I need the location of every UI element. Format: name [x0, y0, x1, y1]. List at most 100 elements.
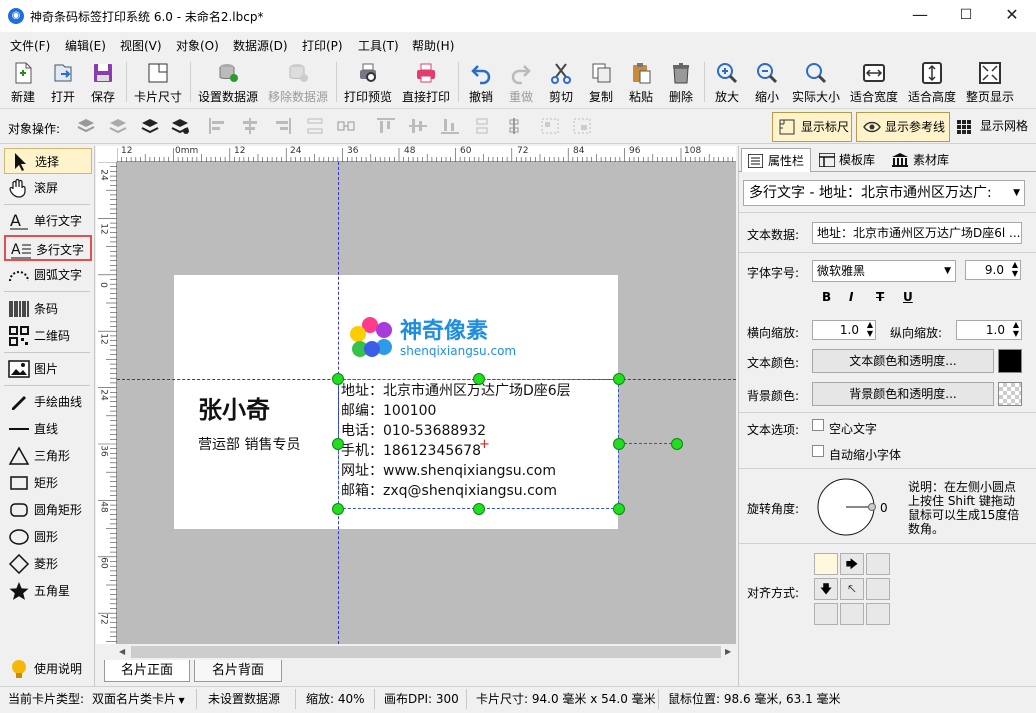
show-guides-toggle[interactable]: 显示参考线 — [856, 112, 950, 142]
menu-view[interactable]: 视图(V) — [120, 37, 162, 54]
distribute-horizontal-icon[interactable] — [336, 117, 356, 135]
text-color-button[interactable]: 文本颜色和透明度... — [812, 349, 994, 373]
tool-star[interactable]: 五角星 — [4, 578, 92, 604]
tool-line[interactable]: 直线 — [4, 416, 92, 442]
tool-arc-text[interactable]: 圆弧文字 — [4, 262, 92, 288]
zoom-out-button[interactable]: 缩小 — [750, 59, 784, 107]
set-datasource-button[interactable]: 设置数据源 — [196, 59, 260, 107]
horizontal-scrollbar[interactable]: ◀ ▶ — [117, 644, 736, 660]
align-top-right[interactable] — [866, 553, 890, 575]
tool-multi-text[interactable]: A 多行文字 — [4, 235, 92, 261]
brand-name[interactable]: 神奇像素 — [400, 313, 488, 345]
fit-width-button[interactable]: 适合宽度 — [848, 59, 900, 107]
layer-down-icon[interactable] — [108, 117, 128, 135]
scroll-thumb[interactable] — [131, 646, 721, 658]
card-type-dropdown[interactable]: 双面名片类卡片 ▼ — [92, 690, 185, 707]
menu-file[interactable]: 文件(F) — [10, 37, 50, 54]
same-width-icon[interactable] — [472, 117, 492, 135]
bg-color-swatch[interactable] — [998, 382, 1022, 406]
card-person-name[interactable]: 张小奇 — [198, 390, 270, 425]
text-data-field[interactable]: 地址：北京市通州区万达广场D座6l ... — [812, 222, 1022, 244]
close-button[interactable]: ✕ — [989, 0, 1035, 32]
group-icon[interactable] — [540, 117, 560, 135]
card-size-button[interactable]: 卡片尺寸 — [132, 59, 184, 107]
maximize-button[interactable]: ☐ — [943, 0, 989, 32]
actual-size-button[interactable]: 实际大小 — [790, 59, 842, 107]
tool-image[interactable]: 图片 — [4, 356, 92, 382]
align-middle-center[interactable]: 🡔 — [840, 578, 864, 600]
card-position[interactable]: 营运部 销售专员 — [198, 434, 300, 454]
align-middle-left[interactable]: 🡇 — [814, 578, 838, 600]
ungroup-icon[interactable] — [572, 117, 592, 135]
tool-diamond[interactable]: 菱形 — [4, 551, 92, 577]
font-size-spinner[interactable]: 9.0 ▲ ▼ — [965, 260, 1021, 280]
align-bottom-right[interactable] — [866, 603, 890, 625]
delete-button[interactable]: 删除 — [664, 59, 698, 107]
align-left-icon[interactable] — [208, 117, 228, 135]
rotation-handle[interactable] — [671, 438, 683, 450]
menu-print[interactable]: 打印(P) — [302, 37, 343, 54]
italic-button[interactable]: I — [849, 290, 853, 304]
menu-edit[interactable]: 编辑(E) — [65, 37, 106, 54]
scroll-left-icon[interactable]: ◀ — [119, 647, 125, 656]
menu-help[interactable]: 帮助(H) — [412, 37, 454, 54]
tool-scroll[interactable]: 滚屏 — [4, 175, 92, 201]
strikethrough-button[interactable]: T — [876, 290, 884, 304]
brand-logo-dots[interactable] — [348, 316, 394, 358]
layer-top-icon[interactable] — [170, 117, 190, 135]
resize-handle-top-right[interactable] — [613, 373, 625, 385]
align-center-icon[interactable] — [240, 117, 260, 135]
full-page-button[interactable]: 整页显示 — [964, 59, 1016, 107]
tab-templates[interactable]: 模板库 — [813, 148, 883, 172]
autoshrink-checkbox[interactable] — [812, 445, 824, 457]
underline-button[interactable]: U — [903, 290, 913, 304]
help-button[interactable]: 使用说明 — [4, 656, 92, 682]
direct-print-button[interactable]: 直接打印 — [400, 59, 452, 107]
scroll-right-icon[interactable]: ▶ — [725, 647, 731, 656]
tool-single-text[interactable]: A 单行文字 — [4, 208, 92, 234]
remove-datasource-button[interactable]: 移除数据源 — [266, 59, 330, 107]
paste-button[interactable]: 粘贴 — [624, 59, 658, 107]
tool-barcode[interactable]: 条码 — [4, 296, 92, 322]
resize-handle-top-left[interactable] — [332, 373, 344, 385]
align-top-icon[interactable] — [376, 117, 396, 135]
align-top-center[interactable]: 🡆 — [840, 553, 864, 575]
tool-qrcode[interactable]: 二维码 — [4, 323, 92, 349]
distribute-vertical-icon[interactable] — [305, 117, 325, 135]
tab-materials[interactable]: 素材库 — [887, 148, 957, 172]
align-bottom-center[interactable] — [840, 603, 864, 625]
resize-handle-left[interactable] — [332, 438, 344, 450]
align-middle-icon[interactable] — [408, 117, 428, 135]
resize-handle-bottom-left[interactable] — [332, 503, 344, 515]
align-bottom-left[interactable] — [814, 603, 838, 625]
print-preview-button[interactable]: 打印预览 — [342, 59, 394, 107]
object-select-dropdown[interactable]: 多行文字 - 地址：北京市通州区万达广: ▼ — [743, 180, 1025, 206]
tool-triangle[interactable]: 三角形 — [4, 443, 92, 469]
align-top-left[interactable] — [814, 553, 838, 575]
hscale-spinner[interactable]: 1.0 ▲ ▼ — [812, 320, 876, 340]
align-right-icon[interactable] — [272, 117, 292, 135]
layer-bottom-icon[interactable] — [76, 117, 96, 135]
bold-button[interactable]: B — [822, 290, 831, 304]
resize-handle-right[interactable] — [613, 438, 625, 450]
show-grid-toggle[interactable]: 显示网格 — [954, 112, 1034, 142]
tool-circle[interactable]: 圆形 — [4, 524, 92, 550]
show-ruler-toggle[interactable]: 显示标尺 — [772, 112, 852, 142]
open-button[interactable]: 打开 — [46, 59, 80, 107]
same-height-icon[interactable] — [504, 117, 524, 135]
cut-button[interactable]: 剪切 — [544, 59, 578, 107]
rotation-dial[interactable] — [816, 477, 876, 537]
resize-handle-top[interactable] — [473, 373, 485, 385]
zoom-in-button[interactable]: 放大 — [710, 59, 744, 107]
resize-handle-bottom-right[interactable] — [613, 503, 625, 515]
save-button[interactable]: 保存 — [86, 59, 120, 107]
text-color-swatch[interactable] — [998, 349, 1022, 373]
tab-card-back[interactable]: 名片背面 — [194, 660, 282, 682]
menu-object[interactable]: 对象(O) — [176, 37, 219, 54]
tab-properties[interactable]: 属性栏 — [741, 148, 811, 172]
undo-button[interactable]: 撤销 — [464, 59, 498, 107]
minimize-button[interactable]: — — [897, 0, 943, 32]
font-family-select[interactable]: 微软雅黑 ▼ — [812, 260, 956, 282]
hollow-checkbox[interactable] — [812, 419, 824, 431]
tool-roundrect[interactable]: 圆角矩形 — [4, 497, 92, 523]
